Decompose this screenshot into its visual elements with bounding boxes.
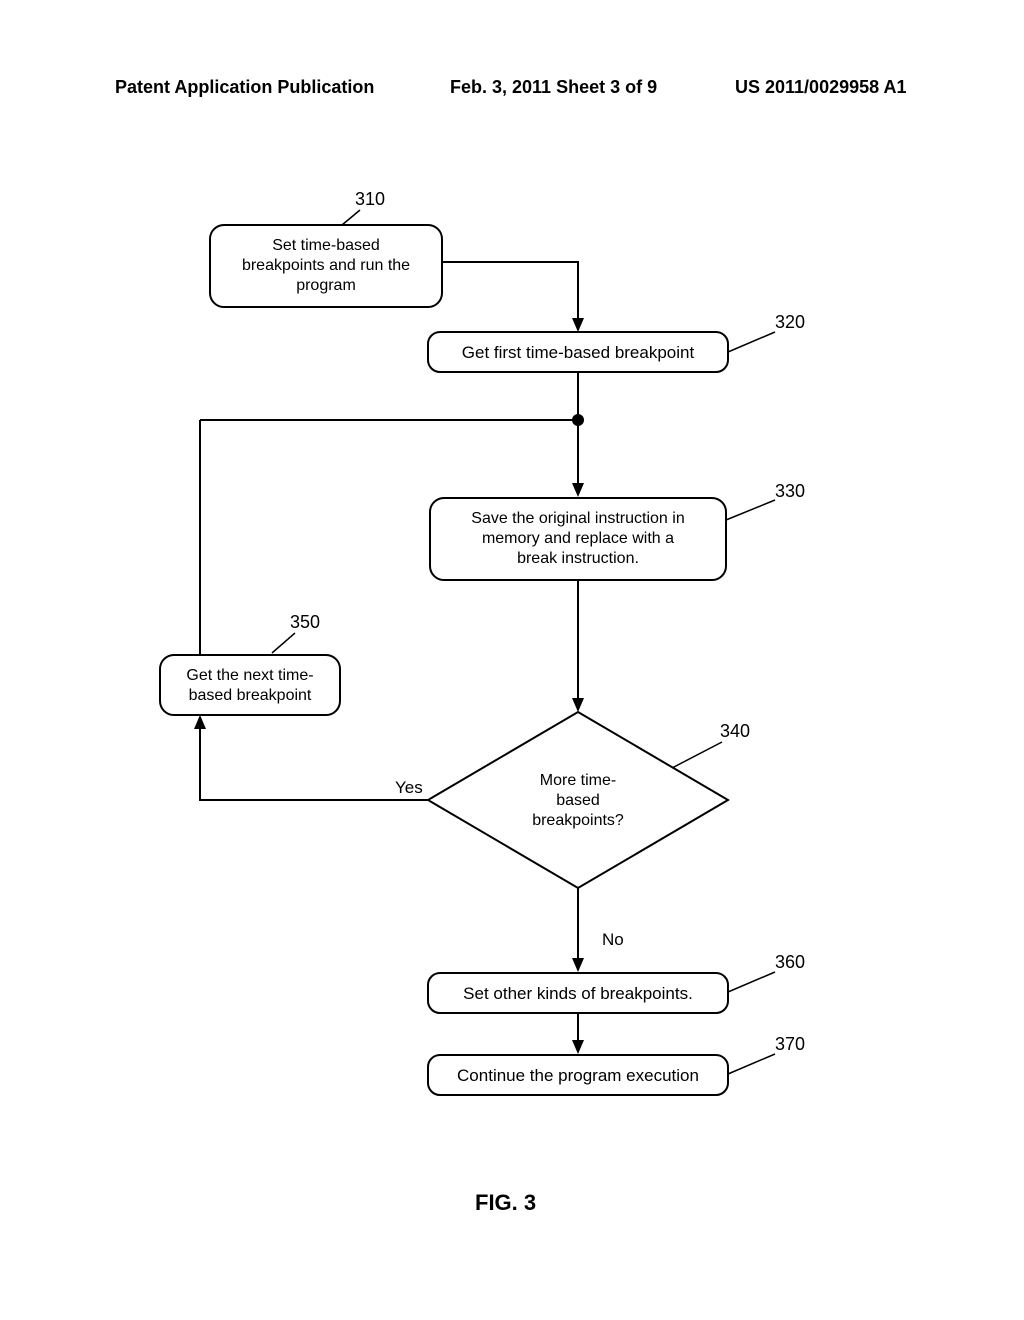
leader-320 — [728, 332, 775, 352]
figure-caption: FIG. 3 — [475, 1190, 536, 1216]
label-320: 320 — [775, 312, 805, 332]
leader-310 — [342, 210, 360, 225]
label-no: No — [602, 930, 624, 949]
label-yes: Yes — [395, 778, 423, 797]
step-350: Get the next time- based breakpoint — [160, 655, 340, 715]
label-330: 330 — [775, 481, 805, 501]
step-330: Save the original instruction in memory … — [430, 498, 726, 580]
step-310-line2: breakpoints and run the — [242, 257, 410, 274]
leader-330 — [726, 500, 775, 520]
page: Patent Application Publication Feb. 3, 2… — [0, 0, 1024, 1320]
step-310-line1: Set time-based — [272, 237, 380, 254]
step-330-line3: break instruction. — [517, 550, 639, 567]
leader-350 — [272, 633, 295, 653]
step-350-line2: based breakpoint — [189, 687, 312, 704]
label-310: 310 — [355, 189, 385, 209]
arrow-yes-350 — [200, 717, 428, 800]
leader-370 — [728, 1054, 775, 1074]
step-320: Get first time-based breakpoint — [428, 332, 728, 372]
step-370-text: Continue the program execution — [457, 1066, 699, 1085]
step-330-line2: memory and replace with a — [482, 530, 674, 547]
step-320-text: Get first time-based breakpoint — [462, 343, 695, 362]
arrow-310-320 — [442, 262, 578, 330]
leader-340 — [672, 742, 722, 768]
decision-340-line2: based — [556, 792, 600, 809]
decision-340-line3: breakpoints? — [532, 812, 624, 829]
step-360: Set other kinds of breakpoints. — [428, 973, 728, 1013]
flowchart: Set time-based breakpoints and run the p… — [0, 0, 1024, 1320]
label-370: 370 — [775, 1034, 805, 1054]
step-310: Set time-based breakpoints and run the p… — [210, 225, 442, 307]
label-360: 360 — [775, 952, 805, 972]
decision-340: More time- based breakpoints? — [428, 712, 728, 888]
leader-360 — [728, 972, 775, 992]
step-350-line1: Get the next time- — [186, 667, 313, 684]
step-370: Continue the program execution — [428, 1055, 728, 1095]
step-330-line1: Save the original instruction in — [471, 510, 684, 527]
label-350: 350 — [290, 612, 320, 632]
step-360-text: Set other kinds of breakpoints. — [463, 984, 693, 1003]
decision-340-line1: More time- — [540, 772, 616, 789]
step-310-line3: program — [296, 277, 356, 294]
label-340: 340 — [720, 721, 750, 741]
